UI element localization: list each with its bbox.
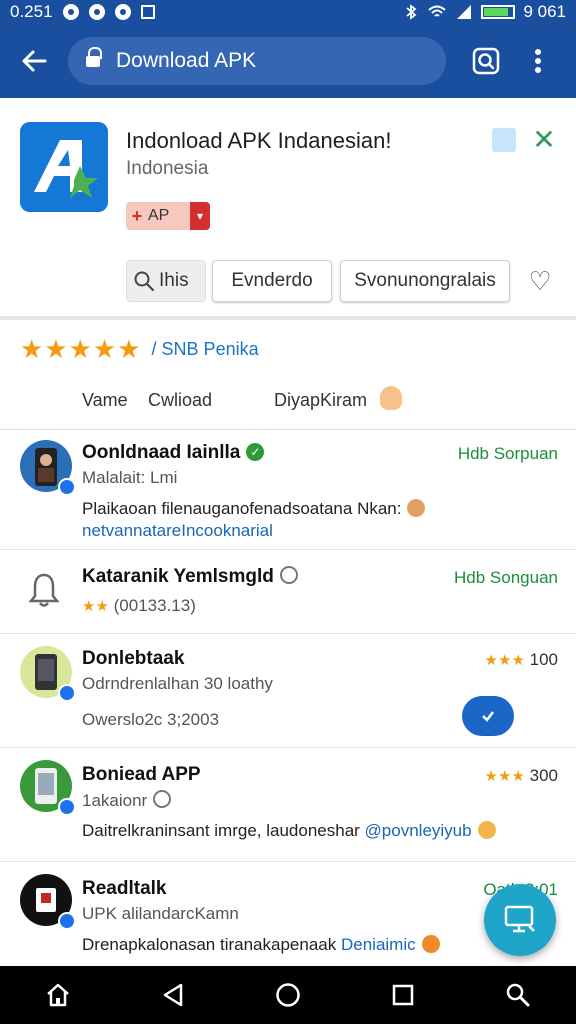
item-subtitle: Malalait: Lmi (82, 468, 178, 487)
item-status[interactable]: Hdb Songuan (454, 568, 558, 588)
item-description: Daitrelkraninsant imrge, laudoneshar @po… (82, 820, 542, 842)
signal-icon (457, 5, 472, 19)
notification-icon (88, 4, 105, 20)
monitor-icon (504, 905, 535, 933)
battery-icon (481, 5, 516, 19)
search-icon[interactable] (464, 39, 508, 83)
item-description: Plaikaoan filenauganofenadsoatana Nkan: … (82, 498, 482, 542)
plus-icon: + (131, 205, 143, 226)
app-subtitle: Indonesia (126, 158, 209, 179)
item-rating: ★★ (00133.13) (82, 596, 196, 615)
item-link[interactable]: @povnleyiyub (365, 821, 472, 840)
sort-col-1[interactable]: Vame (82, 390, 128, 411)
close-icon[interactable]: ✕ (530, 126, 558, 154)
app-title: Indonload APK Indanesian! (126, 128, 392, 153)
item-title: Boniead APP (82, 764, 201, 785)
info-icon (153, 790, 172, 808)
verified-icon (58, 684, 76, 702)
stars-icon: ★★ (82, 598, 109, 615)
square-icon[interactable] (492, 128, 516, 152)
app-bar: Download APK (0, 24, 576, 98)
item-rating: ★★★ 300 (484, 766, 558, 785)
rating-link[interactable]: / SNB Penika (152, 339, 259, 360)
wifi-icon (428, 5, 447, 17)
stars-icon: ★★★ (484, 768, 525, 785)
list-item[interactable]: Oonldnaad Iainlla ✓ Malalait: Lmi Plaikao… (0, 430, 576, 550)
verified-icon (58, 912, 76, 930)
back-triangle-icon[interactable] (151, 973, 195, 1017)
sort-col-2[interactable]: Cwlioad (148, 390, 212, 411)
item-description: Drenapkalonasan tiranakapenaak Deniaimic (82, 934, 482, 956)
item-link[interactable]: Deniaimic (341, 935, 416, 954)
item-rating: ★★★ 100 (484, 650, 558, 669)
chevron-down-icon: ▾ (190, 202, 210, 230)
rating-stars: ★★★★★ (20, 334, 142, 364)
filter-row: Ihis Evnderdo Svonunongralais ♡ (126, 260, 554, 302)
emoji-icon (421, 935, 440, 953)
confirm-button[interactable] (462, 696, 514, 736)
item-subtitle: UPK alilandarcKamn (82, 904, 239, 923)
item-title: Kataranik Yemlsmgld (82, 566, 298, 588)
system-nav-bar (0, 966, 576, 1024)
avatar (20, 440, 76, 496)
search-icon[interactable] (496, 973, 540, 1017)
emoji-icon (407, 499, 426, 517)
notification-icon (62, 4, 79, 20)
home-circle-icon[interactable] (266, 973, 310, 1017)
list-item[interactable]: Boniead APP 1akaionr Daitrelkraninsant i… (0, 748, 576, 862)
filter-search-label: Ihis (159, 270, 189, 291)
back-arrow-icon[interactable] (14, 41, 54, 81)
hand-icon[interactable] (380, 386, 402, 410)
info-icon (279, 566, 298, 584)
item-title: Oonldnaad Iainlla ✓ (82, 442, 265, 464)
url-text: Download APK (116, 49, 257, 72)
app-header: Indonload APK Indanesian! Indonesia + AP… (0, 98, 576, 320)
app-logo (20, 122, 108, 212)
recents-icon[interactable] (381, 973, 425, 1017)
avatar (20, 760, 76, 816)
item-link[interactable]: netvannatareIncooknarial (82, 521, 273, 540)
check-icon (482, 711, 494, 722)
home-icon[interactable] (36, 973, 80, 1017)
avatar (20, 874, 76, 930)
notification-icon (114, 4, 131, 20)
item-title: Readltalk (82, 878, 167, 899)
item-title: Donlebtaak (82, 648, 185, 669)
check-icon: ✓ (246, 443, 265, 461)
filter-search-chip[interactable]: Ihis (126, 260, 206, 302)
status-time: 0.251 (10, 2, 53, 21)
lock-icon (86, 47, 102, 69)
sort-row: Vame Cwlioad DiyapKiram (0, 378, 576, 430)
heart-icon[interactable]: ♡ (526, 267, 554, 295)
item-meta: Owerslo2c 3;2003 (82, 710, 220, 729)
badge-label: AP (148, 207, 170, 224)
gallery-icon (140, 5, 155, 19)
filter-chip-2[interactable]: Svonunongralais (340, 260, 510, 302)
verified-icon (58, 798, 76, 816)
status-bar: 0.251 9 061 (0, 0, 576, 24)
fab-button[interactable] (484, 884, 556, 956)
url-bar[interactable]: Download APK (68, 37, 446, 85)
list-item[interactable]: Kataranik Yemlsmgld ★★ (00133.13) Hdb So… (0, 550, 576, 634)
avatar (20, 646, 76, 702)
bluetooth-icon (406, 4, 417, 20)
sort-col-3[interactable]: DiyapKiram (274, 390, 367, 411)
app-badge[interactable]: + AP ▾ (126, 202, 210, 230)
bell-icon (28, 572, 60, 608)
rating-row: ★★★★★ / SNB Penika (20, 334, 259, 365)
more-vert-icon[interactable] (516, 39, 560, 83)
verified-icon (58, 478, 76, 496)
emoji-icon (477, 821, 496, 839)
search-icon (134, 271, 155, 292)
filter-chip-1[interactable]: Evnderdo (212, 260, 332, 302)
item-status[interactable]: Hdb Sorpuan (458, 444, 558, 464)
item-subtitle: Odrndrenlalhan 30 loathy (82, 674, 273, 693)
list-item[interactable]: Donlebtaak Odrndrenlalhan 30 loathy Ower… (0, 634, 576, 748)
status-right-text: 9 061 (523, 2, 566, 21)
item-subtitle: 1akaionr (82, 790, 172, 811)
stars-icon: ★★★ (484, 652, 525, 669)
